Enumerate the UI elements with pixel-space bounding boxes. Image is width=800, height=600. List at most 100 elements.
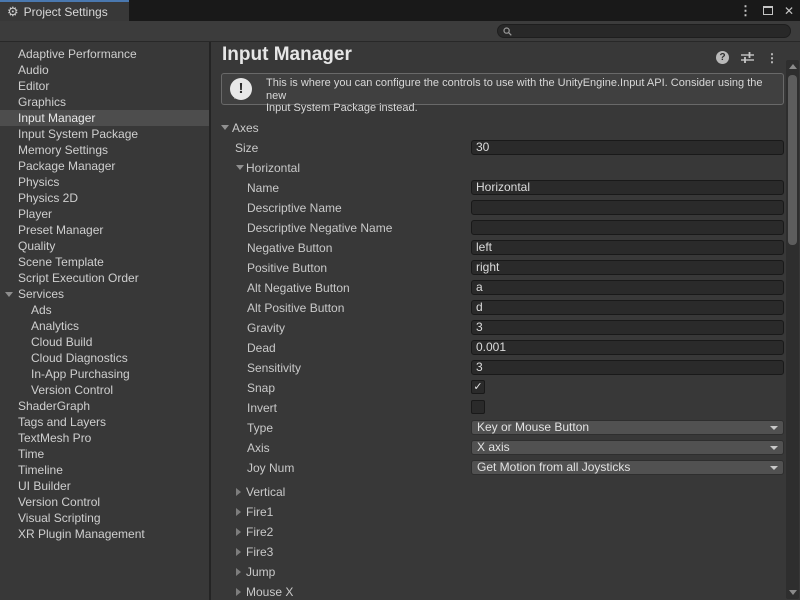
mouse-x-label[interactable]: Mouse X bbox=[246, 585, 293, 599]
negative-button-field[interactable]: left bbox=[471, 240, 784, 255]
sidebar-item-ads[interactable]: Ads bbox=[0, 302, 209, 318]
sidebar-item-tags-and-layers[interactable]: Tags and Layers bbox=[0, 414, 209, 430]
window-menu-icon[interactable]: ⋮ bbox=[739, 4, 752, 17]
size-field[interactable]: 30 bbox=[471, 140, 784, 155]
sidebar-item-label: Version Control bbox=[18, 495, 100, 509]
foldout-closed-icon[interactable] bbox=[236, 488, 241, 496]
row-negative-button: Negative Buttonleft bbox=[211, 238, 800, 258]
descriptive-negative-name-field[interactable] bbox=[471, 220, 784, 235]
sidebar-item-analytics[interactable]: Analytics bbox=[0, 318, 209, 334]
preset-icon[interactable] bbox=[741, 52, 754, 63]
sidebar-item-timeline[interactable]: Timeline bbox=[0, 462, 209, 478]
page-title: Input Manager bbox=[222, 44, 352, 66]
sidebar-item-services[interactable]: Services bbox=[0, 286, 209, 302]
alt-positive-button-field[interactable]: d bbox=[471, 300, 784, 315]
close-icon[interactable]: ✕ bbox=[784, 5, 794, 17]
sidebar-item-in-app-purchasing[interactable]: In-App Purchasing bbox=[0, 366, 209, 382]
positive-button-field[interactable]: right bbox=[471, 260, 784, 275]
info-text-line2: Input System Package instead. bbox=[266, 102, 783, 115]
info-box: ! This is where you can configure the co… bbox=[221, 73, 784, 105]
sidebar-item-cloud-build[interactable]: Cloud Build bbox=[0, 334, 209, 350]
row-mouse-x: Mouse X bbox=[211, 582, 800, 600]
snap-checkbox[interactable]: ✓ bbox=[471, 380, 485, 394]
search-input[interactable] bbox=[512, 25, 790, 37]
foldout-closed-icon[interactable] bbox=[236, 508, 241, 516]
sidebar-item-cloud-diagnostics[interactable]: Cloud Diagnostics bbox=[0, 350, 209, 366]
axis-label: Axis bbox=[247, 441, 270, 455]
sidebar-item-physics[interactable]: Physics bbox=[0, 174, 209, 190]
sidebar-item-time[interactable]: Time bbox=[0, 446, 209, 462]
sidebar-item-version-control[interactable]: Version Control bbox=[0, 494, 209, 510]
foldout-open-icon[interactable] bbox=[236, 165, 244, 170]
jump-label[interactable]: Jump bbox=[246, 565, 275, 579]
foldout-closed-icon[interactable] bbox=[236, 568, 241, 576]
sidebar-item-label: Package Manager bbox=[18, 159, 115, 173]
dropdown-value: Get Motion from all Joysticks bbox=[477, 460, 630, 474]
sidebar-item-graphics[interactable]: Graphics bbox=[0, 94, 209, 110]
sidebar-item-script-execution-order[interactable]: Script Execution Order bbox=[0, 270, 209, 286]
sidebar-item-ui-builder[interactable]: UI Builder bbox=[0, 478, 209, 494]
alt-negative-button-field[interactable]: a bbox=[471, 280, 784, 295]
sidebar-item-visual-scripting[interactable]: Visual Scripting bbox=[0, 510, 209, 526]
foldout-closed-icon[interactable] bbox=[236, 528, 241, 536]
row-axes: Axes bbox=[211, 118, 800, 138]
sidebar-item-label: Services bbox=[18, 287, 64, 301]
dead-label: Dead bbox=[247, 341, 276, 355]
sidebar-item-xr-plugin-management[interactable]: XR Plugin Management bbox=[0, 526, 209, 542]
sidebar-item-input-manager[interactable]: Input Manager bbox=[0, 110, 209, 126]
fire2-label[interactable]: Fire2 bbox=[246, 525, 273, 539]
vertical-scrollbar[interactable] bbox=[786, 60, 799, 599]
foldout-closed-icon[interactable] bbox=[236, 548, 241, 556]
sidebar-item-player[interactable]: Player bbox=[0, 206, 209, 222]
axis-dropdown[interactable]: X axis bbox=[471, 440, 784, 455]
scroll-down-icon[interactable] bbox=[789, 590, 797, 595]
sidebar-item-label: Cloud Diagnostics bbox=[31, 351, 128, 365]
scroll-up-icon[interactable] bbox=[789, 64, 797, 69]
row-vertical: Vertical bbox=[211, 482, 800, 502]
sidebar-item-shadergraph[interactable]: ShaderGraph bbox=[0, 398, 209, 414]
sidebar-item-package-manager[interactable]: Package Manager bbox=[0, 158, 209, 174]
gravity-field[interactable]: 3 bbox=[471, 320, 784, 335]
row-name: NameHorizontal bbox=[211, 178, 800, 198]
project-settings-window: ⚙ Project Settings ⋮ ✕ Adaptive Performa… bbox=[0, 0, 800, 600]
type-dropdown[interactable]: Key or Mouse Button bbox=[471, 420, 784, 435]
fire1-label[interactable]: Fire1 bbox=[246, 505, 273, 519]
horizontal-label[interactable]: Horizontal bbox=[246, 161, 300, 175]
foldout-open-icon[interactable] bbox=[5, 292, 13, 297]
descriptive-name-field[interactable] bbox=[471, 200, 784, 215]
sidebar-item-physics-2d[interactable]: Physics 2D bbox=[0, 190, 209, 206]
joy-num-dropdown[interactable]: Get Motion from all Joysticks bbox=[471, 460, 784, 475]
scrollbar-thumb[interactable] bbox=[788, 75, 797, 245]
vertical-label[interactable]: Vertical bbox=[246, 485, 285, 499]
sidebar-item-editor[interactable]: Editor bbox=[0, 78, 209, 94]
sidebar-item-input-system-package[interactable]: Input System Package bbox=[0, 126, 209, 142]
sidebar-item-preset-manager[interactable]: Preset Manager bbox=[0, 222, 209, 238]
sensitivity-field[interactable]: 3 bbox=[471, 360, 784, 375]
fire3-label[interactable]: Fire3 bbox=[246, 545, 273, 559]
sidebar-item-adaptive-performance[interactable]: Adaptive Performance bbox=[0, 46, 209, 62]
search-box[interactable] bbox=[497, 24, 791, 38]
sidebar-item-audio[interactable]: Audio bbox=[0, 62, 209, 78]
panel-menu-icon[interactable]: ⋮ bbox=[766, 52, 778, 64]
help-icon[interactable]: ? bbox=[716, 51, 729, 64]
invert-checkbox[interactable] bbox=[471, 400, 485, 414]
info-text: This is where you can configure the cont… bbox=[266, 77, 783, 115]
tab-title: Project Settings bbox=[24, 5, 108, 19]
sidebar-item-textmesh-pro[interactable]: TextMesh Pro bbox=[0, 430, 209, 446]
foldout-open-icon[interactable] bbox=[221, 125, 229, 130]
sidebar-item-label: Scene Template bbox=[18, 255, 104, 269]
search-icon bbox=[503, 27, 512, 36]
name-field[interactable]: Horizontal bbox=[471, 180, 784, 195]
tab-project-settings[interactable]: ⚙ Project Settings bbox=[0, 0, 129, 21]
sidebar-item-quality[interactable]: Quality bbox=[0, 238, 209, 254]
row-fire3: Fire3 bbox=[211, 542, 800, 562]
sidebar-item-version-control[interactable]: Version Control bbox=[0, 382, 209, 398]
settings-sidebar: Adaptive PerformanceAudioEditorGraphicsI… bbox=[0, 42, 211, 600]
dead-field[interactable]: 0.001 bbox=[471, 340, 784, 355]
input-manager-panel: Input Manager ? ⋮ ! This is where you ca… bbox=[211, 42, 800, 600]
axes-label[interactable]: Axes bbox=[232, 121, 259, 135]
maximize-icon[interactable] bbox=[763, 6, 773, 15]
sidebar-item-scene-template[interactable]: Scene Template bbox=[0, 254, 209, 270]
foldout-closed-icon[interactable] bbox=[236, 588, 241, 596]
sidebar-item-memory-settings[interactable]: Memory Settings bbox=[0, 142, 209, 158]
